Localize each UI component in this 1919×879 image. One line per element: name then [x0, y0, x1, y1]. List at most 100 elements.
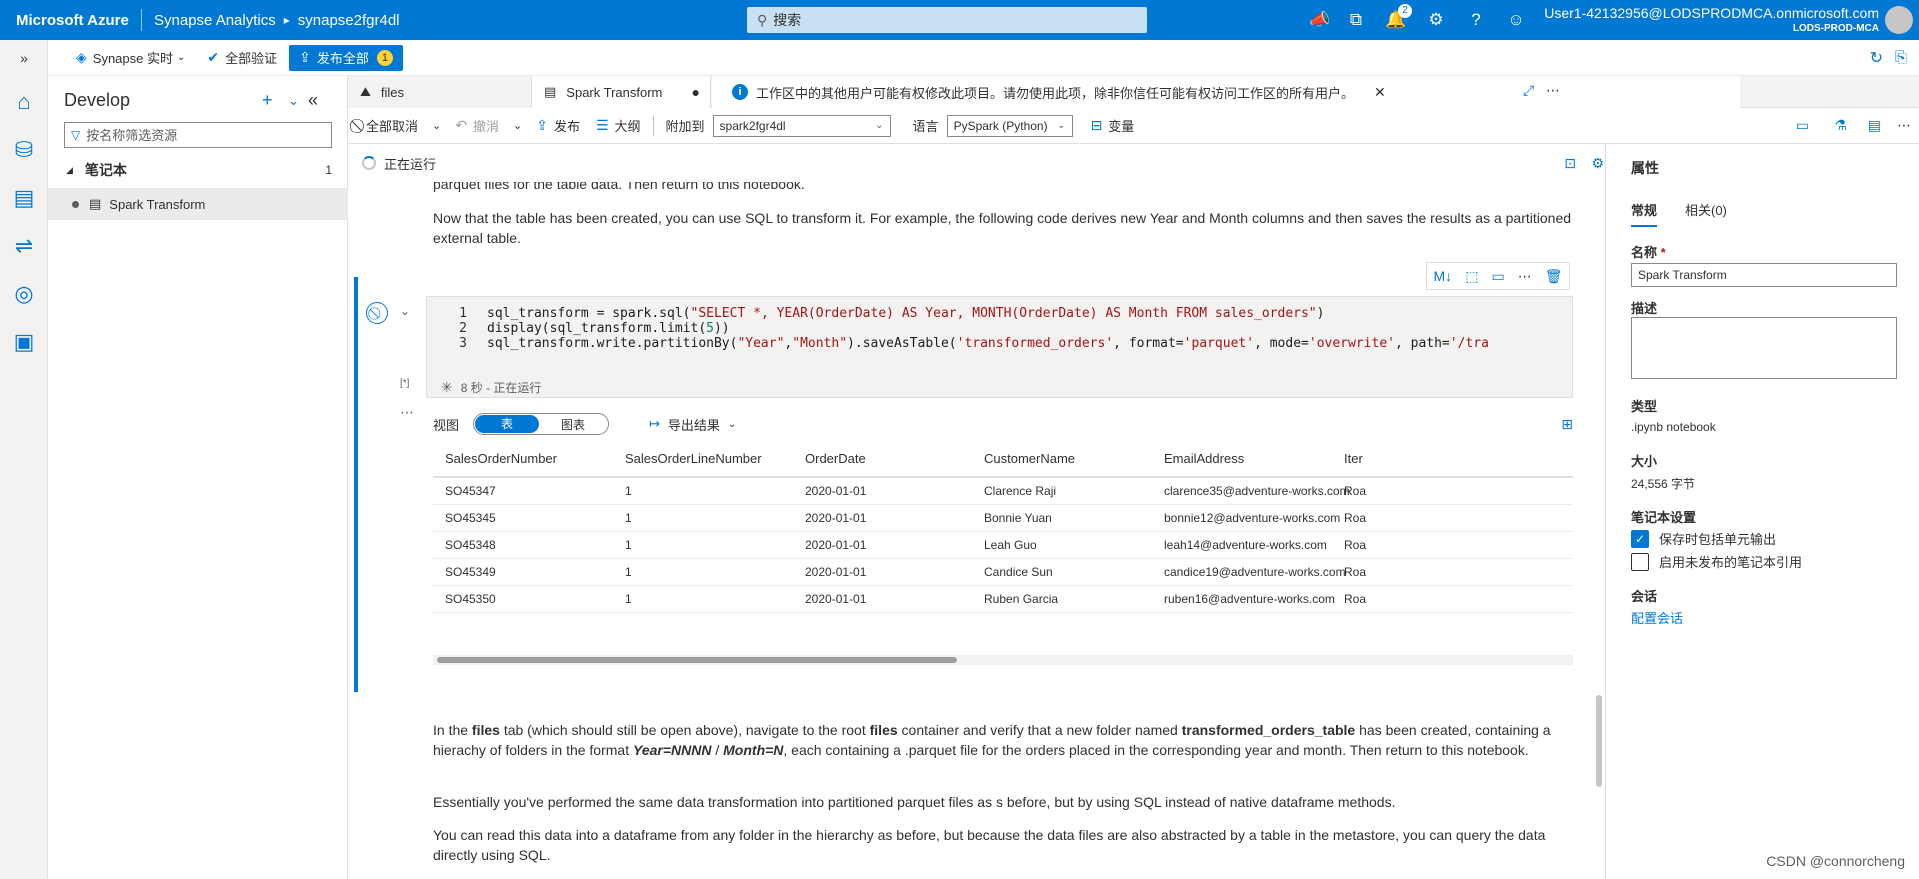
azure-brand[interactable]: Microsoft Azure	[0, 12, 141, 29]
more-icon[interactable]: ⋯	[1546, 82, 1560, 99]
discard-icon[interactable]: ⎘	[1895, 49, 1907, 66]
session-label: 会话	[1631, 589, 1658, 604]
scrollbar-thumb[interactable]	[1596, 695, 1602, 787]
table-cell: 1	[625, 592, 632, 606]
manage-icon[interactable]: ▣	[12, 330, 36, 354]
unpublished-reference-label: 启用未发布的笔记本引用	[1659, 555, 1803, 570]
directory-switch-icon[interactable]: ⧉	[1344, 8, 1368, 32]
expand-nav-icon[interactable]: »	[12, 46, 36, 70]
view-toggle[interactable]: 表 图表	[473, 413, 610, 435]
notebook-item-spark-transform[interactable]: ▤ Spark Transform	[48, 188, 348, 220]
announcement-icon[interactable]: 📣	[1308, 8, 1332, 32]
comment-icon[interactable]: ▭	[1491, 268, 1504, 285]
version-icon[interactable]: ⚗	[1834, 117, 1847, 134]
synapse-icon: ◈	[76, 49, 87, 65]
notebook-icon: ▤	[544, 84, 557, 99]
maximize-icon[interactable]: ⤢	[1523, 82, 1534, 99]
column-header[interactable]: SalesOrderNumber	[445, 451, 557, 466]
notifications-badge: 2	[1398, 4, 1412, 18]
home-icon[interactable]: ⌂	[12, 90, 36, 114]
tab-general[interactable]: 常规	[1631, 200, 1658, 227]
configure-session-link[interactable]: 配置会话	[1631, 608, 1683, 627]
markdown-toggle-icon[interactable]: M↓	[1434, 268, 1453, 284]
column-header[interactable]: EmailAddress	[1164, 451, 1244, 466]
vertical-scrollbar[interactable]	[1594, 145, 1604, 879]
code-token: ).saveAsTable(	[847, 336, 957, 351]
search-box[interactable]: ⚲	[747, 7, 1147, 33]
markdown-text: You can read this data into a dataframe …	[433, 827, 1546, 863]
develop-icon[interactable]: ▤	[12, 186, 36, 210]
code-token: "SELECT *, YEAR(OrderDate) AS Year, MONT…	[690, 306, 1317, 321]
comments-icon[interactable]: ▭	[1796, 117, 1809, 134]
user-account[interactable]: User1-42132956@LODSPRODMCA.onmicrosoft.c…	[1544, 5, 1879, 34]
avatar[interactable]	[1885, 6, 1913, 34]
language-select[interactable]: PySpark (Python) ⌄	[946, 114, 1073, 137]
publish-button[interactable]: ⇪ 发布	[528, 113, 588, 139]
text-run: /	[711, 742, 724, 758]
add-icon[interactable]: +	[262, 90, 273, 111]
unpublished-reference-checkbox[interactable]: 启用未发布的笔记本引用	[1631, 552, 1802, 571]
more-icon[interactable]: ⋯	[1518, 268, 1532, 285]
live-mode-dropdown[interactable]: ◈ Synapse 实时 ⌄	[68, 45, 193, 71]
name-input[interactable]	[1631, 263, 1897, 287]
code-editor[interactable]: 1 sql_transform = spark.sql("SELECT *, YE…	[426, 296, 1573, 378]
description-input[interactable]	[1631, 317, 1897, 379]
stop-session-icon[interactable]: ⊡	[1564, 155, 1576, 172]
include-cell-output-checkbox[interactable]: ✓ 保存时包括单元输出	[1631, 529, 1776, 548]
close-icon[interactable]: ✕	[1374, 84, 1386, 101]
column-header[interactable]: Iter	[1344, 451, 1363, 466]
settings-gear-icon[interactable]: ⚙	[1424, 8, 1448, 32]
column-header[interactable]: CustomerName	[984, 451, 1075, 466]
tab-related[interactable]: 相关(0)	[1685, 200, 1727, 219]
cancel-all-button[interactable]: ⃠全部取消	[352, 113, 426, 139]
data-icon[interactable]: ⛁	[12, 138, 36, 162]
publish-all-button[interactable]: ⇪ 发布全部 1	[289, 44, 403, 71]
table-cell: SO45349	[445, 565, 496, 579]
chevron-down-icon[interactable]: ⌄	[432, 119, 441, 132]
integrate-icon[interactable]: ⇌	[12, 234, 36, 258]
undo-button[interactable]: ↶ 撤消	[447, 113, 507, 139]
search-input[interactable]	[773, 12, 1134, 28]
description-label: 描述	[1631, 301, 1658, 316]
breadcrumb-synapse[interactable]: Synapse Analytics	[154, 12, 276, 29]
view-chart-option[interactable]: 图表	[539, 416, 607, 433]
table-cell: 2020-01-01	[805, 592, 867, 606]
export-results-button[interactable]: ↦ 导出结果 ⌄	[649, 415, 736, 434]
tab-files[interactable]: ⛰ files	[348, 76, 530, 108]
select-cell-icon[interactable]: ⬚	[1465, 268, 1478, 285]
properties-icon[interactable]: ▤	[1868, 117, 1881, 134]
outline-button[interactable]: ☰ 大纲	[588, 113, 649, 139]
view-table-option[interactable]: 表	[475, 415, 540, 433]
column-header[interactable]: SalesOrderLineNumber	[625, 451, 762, 466]
language-value: PySpark (Python)	[953, 118, 1048, 133]
tab-spark-transform[interactable]: ▤ Spark Transform ●	[531, 76, 711, 108]
monitor-icon[interactable]: ◎	[12, 282, 36, 306]
validate-all-button[interactable]: ✔ 全部验证	[199, 45, 285, 71]
cancel-run-icon[interactable]: ⃠	[366, 302, 388, 324]
chevron-down-icon[interactable]: ⌄	[400, 304, 410, 318]
undo-label: 撤消	[472, 119, 499, 134]
collapse-all-icon[interactable]: ⌄	[288, 93, 299, 109]
scrollbar-thumb[interactable]	[437, 657, 957, 663]
notebooks-group[interactable]: ◢ 笔记本 1	[48, 158, 348, 182]
more-icon[interactable]: ⋯	[400, 404, 414, 421]
column-header[interactable]: OrderDate	[805, 451, 866, 466]
horizontal-scrollbar[interactable]	[433, 655, 1573, 665]
notifications-icon[interactable]: 🔔 2	[1384, 4, 1412, 32]
delete-icon[interactable]: 🗑	[1545, 268, 1563, 285]
files-icon: ⛰	[360, 84, 371, 99]
breadcrumb-workspace[interactable]: synapse2fgr4dl	[298, 12, 400, 29]
feedback-icon[interactable]: ☺	[1504, 8, 1528, 32]
refresh-icon[interactable]: ↻	[1870, 48, 1883, 68]
variables-button[interactable]: ⊟ 变量	[1083, 113, 1143, 139]
help-icon[interactable]: ?	[1464, 8, 1488, 32]
modified-indicator[interactable]: ●	[692, 84, 700, 100]
attach-to-select[interactable]: spark2fgr4dl ⌄	[712, 114, 891, 137]
resource-filter[interactable]: ▽	[64, 122, 332, 148]
more-icon[interactable]: ⋯	[1897, 117, 1911, 134]
column-settings-icon[interactable]: ⊞	[1561, 416, 1573, 433]
code-token: ))	[713, 321, 730, 336]
collapse-panel-icon[interactable]: «	[308, 90, 318, 111]
filter-input[interactable]	[86, 127, 327, 143]
chevron-down-icon[interactable]: ⌄	[513, 119, 522, 132]
